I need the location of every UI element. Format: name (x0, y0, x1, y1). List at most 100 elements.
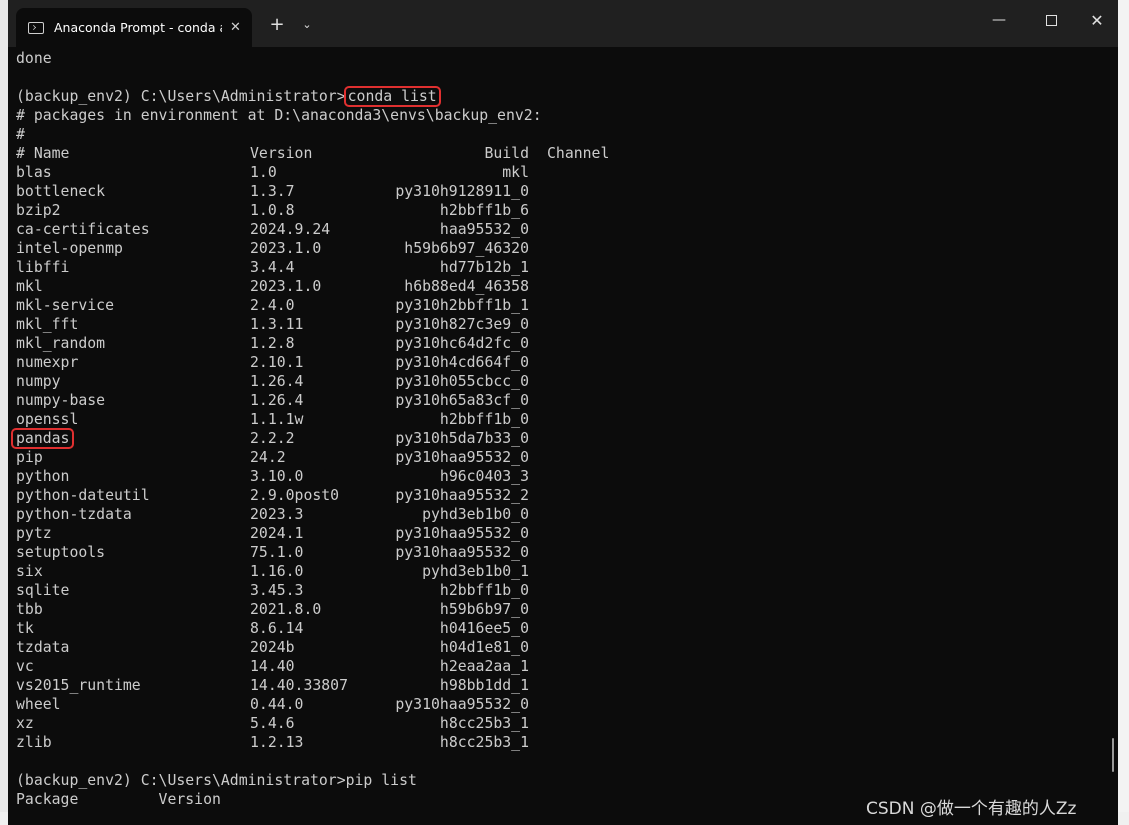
package-name: intel-openmp (16, 239, 250, 258)
table-row: pip 24.2 py310haa95532_0 (16, 448, 1106, 467)
table-row: setuptools 75.1.0 py310haa95532_0 (16, 543, 1106, 562)
pre-output: done (16, 49, 1106, 87)
table-row: pandas 2.2.2 py310h5da7b33_0 (10, 428, 1106, 449)
table-row: zlib 1.2.13 h8cc25b3_1 (16, 733, 1106, 752)
package-name: mkl_random (16, 334, 250, 353)
maximize-icon (1045, 14, 1057, 26)
package-version: 75.1.0 (250, 544, 304, 561)
package-build: h2bbff1b_0 (439, 582, 529, 599)
package-name: libffi (16, 258, 250, 277)
table-row: openssl 1.1.1w h2bbff1b_0 (16, 410, 1106, 429)
package-name-text: pytz (16, 525, 52, 542)
package-name-text: tzdata (16, 639, 70, 656)
package-name-text: tk (16, 620, 34, 637)
package-version: 2.2.2 (250, 430, 295, 447)
chevron-down-icon[interactable]: ⌄ (296, 8, 318, 40)
package-build: pyhd3eb1b0_1 (422, 563, 529, 580)
terminal-output[interactable]: done (backup_env2) C:\Users\Administrato… (10, 49, 1106, 819)
package-build: py310h4cd664f_0 (395, 354, 529, 371)
table-row: libffi 3.4.4 hd77b12b_1 (16, 258, 1106, 277)
package-name: blas (16, 163, 250, 182)
package-name: vs2015_runtime (16, 676, 250, 695)
package-name-text: blas (16, 164, 52, 181)
package-name: sqlite (16, 581, 250, 600)
package-name-text: six (16, 563, 43, 580)
table-row: mkl-service 2.4.0 py310h2bbff1b_1 (16, 296, 1106, 315)
new-tab-button[interactable]: + (262, 8, 292, 40)
package-name-text: mkl (16, 278, 43, 295)
highlighted-command: conda list (343, 86, 441, 107)
package-version: 2023.1.0 (250, 240, 322, 257)
package-version: 1.3.7 (250, 183, 295, 200)
table-row: numpy-base 1.26.4 py310h65a83cf_0 (16, 391, 1106, 410)
package-name-text: tbb (16, 601, 43, 618)
package-name: tk (16, 619, 250, 638)
table-row: numpy 1.26.4 py310h055cbcc_0 (16, 372, 1106, 391)
tab-anaconda-prompt[interactable]: Anaconda Prompt - conda ac ✕ (16, 8, 252, 47)
package-build: haa95532_0 (439, 221, 529, 238)
package-version: 14.40.33807 (250, 677, 348, 694)
package-version: 2024.1 (250, 525, 304, 542)
package-name: tzdata (16, 638, 250, 657)
package-version: 1.1.1w (250, 411, 304, 428)
package-name: numpy-base (16, 391, 250, 410)
package-build: h8cc25b3_1 (439, 715, 529, 732)
package-version: 1.2.8 (250, 335, 295, 352)
package-name-text: libffi (16, 259, 70, 276)
table-row: blas 1.0 mkl (16, 163, 1106, 182)
package-build: h59b6b97_0 (439, 601, 529, 618)
package-version: 2024.9.24 (250, 221, 331, 238)
package-name-text: ca-certificates (16, 221, 150, 238)
title-bar: Anaconda Prompt - conda ac ✕ + ⌄ — ✕ (8, 0, 1118, 47)
table-row: tk 8.6.14 h0416ee5_0 (16, 619, 1106, 638)
package-version: 0.44.0 (250, 696, 304, 713)
package-name-text: python (16, 468, 70, 485)
package-name: numpy (16, 372, 250, 391)
package-name-text: numpy (16, 373, 61, 390)
package-version: 1.26.4 (250, 392, 304, 409)
package-name: six (16, 562, 250, 581)
close-button[interactable]: ✕ (1074, 4, 1118, 36)
package-build: h8cc25b3_1 (439, 734, 529, 751)
package-build: h6b88ed4_46358 (404, 278, 529, 295)
maximize-button[interactable] (1028, 4, 1074, 36)
package-build: py310h055cbcc_0 (395, 373, 529, 390)
package-version: 24.2 (250, 449, 286, 466)
watermark: CSDN @做一个有趣的人Zz (866, 799, 1077, 819)
package-build: py310haa95532_2 (395, 487, 529, 504)
table-row: vs2015_runtime 14.40.33807 h98bb1dd_1 (16, 676, 1106, 695)
package-build: h2bbff1b_0 (439, 411, 529, 428)
package-build: py310h5da7b33_0 (395, 430, 529, 447)
background-window-right (1118, 0, 1129, 825)
package-version: 2.4.0 (250, 297, 295, 314)
package-version: 8.6.14 (250, 620, 304, 637)
package-name-text: zlib (16, 734, 52, 751)
header-channel: Channel (547, 145, 610, 162)
hash-line: # (16, 126, 25, 143)
table-row: tbb 2021.8.0 h59b6b97_0 (16, 600, 1106, 619)
package-build: py310h2bbff1b_1 (395, 297, 529, 314)
scrollbar[interactable] (1112, 738, 1114, 772)
package-name-text: mkl_random (16, 335, 106, 352)
table-row: numexpr 2.10.1 py310h4cd664f_0 (16, 353, 1106, 372)
package-name: python (16, 467, 250, 486)
package-name: openssl (16, 410, 250, 429)
package-version: 1.2.13 (250, 734, 304, 751)
table-row: pytz 2024.1 py310haa95532_0 (16, 524, 1106, 543)
package-build: h04d1e81_0 (439, 639, 529, 656)
tab-close-icon[interactable]: ✕ (230, 20, 241, 35)
table-row: ca-certificates 2024.9.24 haa95532_0 (16, 220, 1106, 239)
table-row: intel-openmp 2023.1.0 h59b6b97_46320 (16, 239, 1106, 258)
package-name-text: setuptools (16, 544, 106, 561)
prompt-line: (backup_env2) C:\Users\Administrator> con… (16, 86, 1106, 107)
package-version: 3.4.4 (250, 259, 295, 276)
table-row: wheel 0.44.0 py310haa95532_0 (16, 695, 1106, 714)
package-version: 3.45.3 (250, 582, 304, 599)
header-version: Version (250, 145, 313, 162)
minimize-button[interactable]: — (976, 4, 1022, 36)
package-version: 2023.1.0 (250, 278, 322, 295)
package-version: 2024b (250, 639, 295, 656)
package-build: hd77b12b_1 (439, 259, 529, 276)
prompt-line-2: (backup_env2) C:\Users\Administrator>pip… (16, 772, 417, 789)
